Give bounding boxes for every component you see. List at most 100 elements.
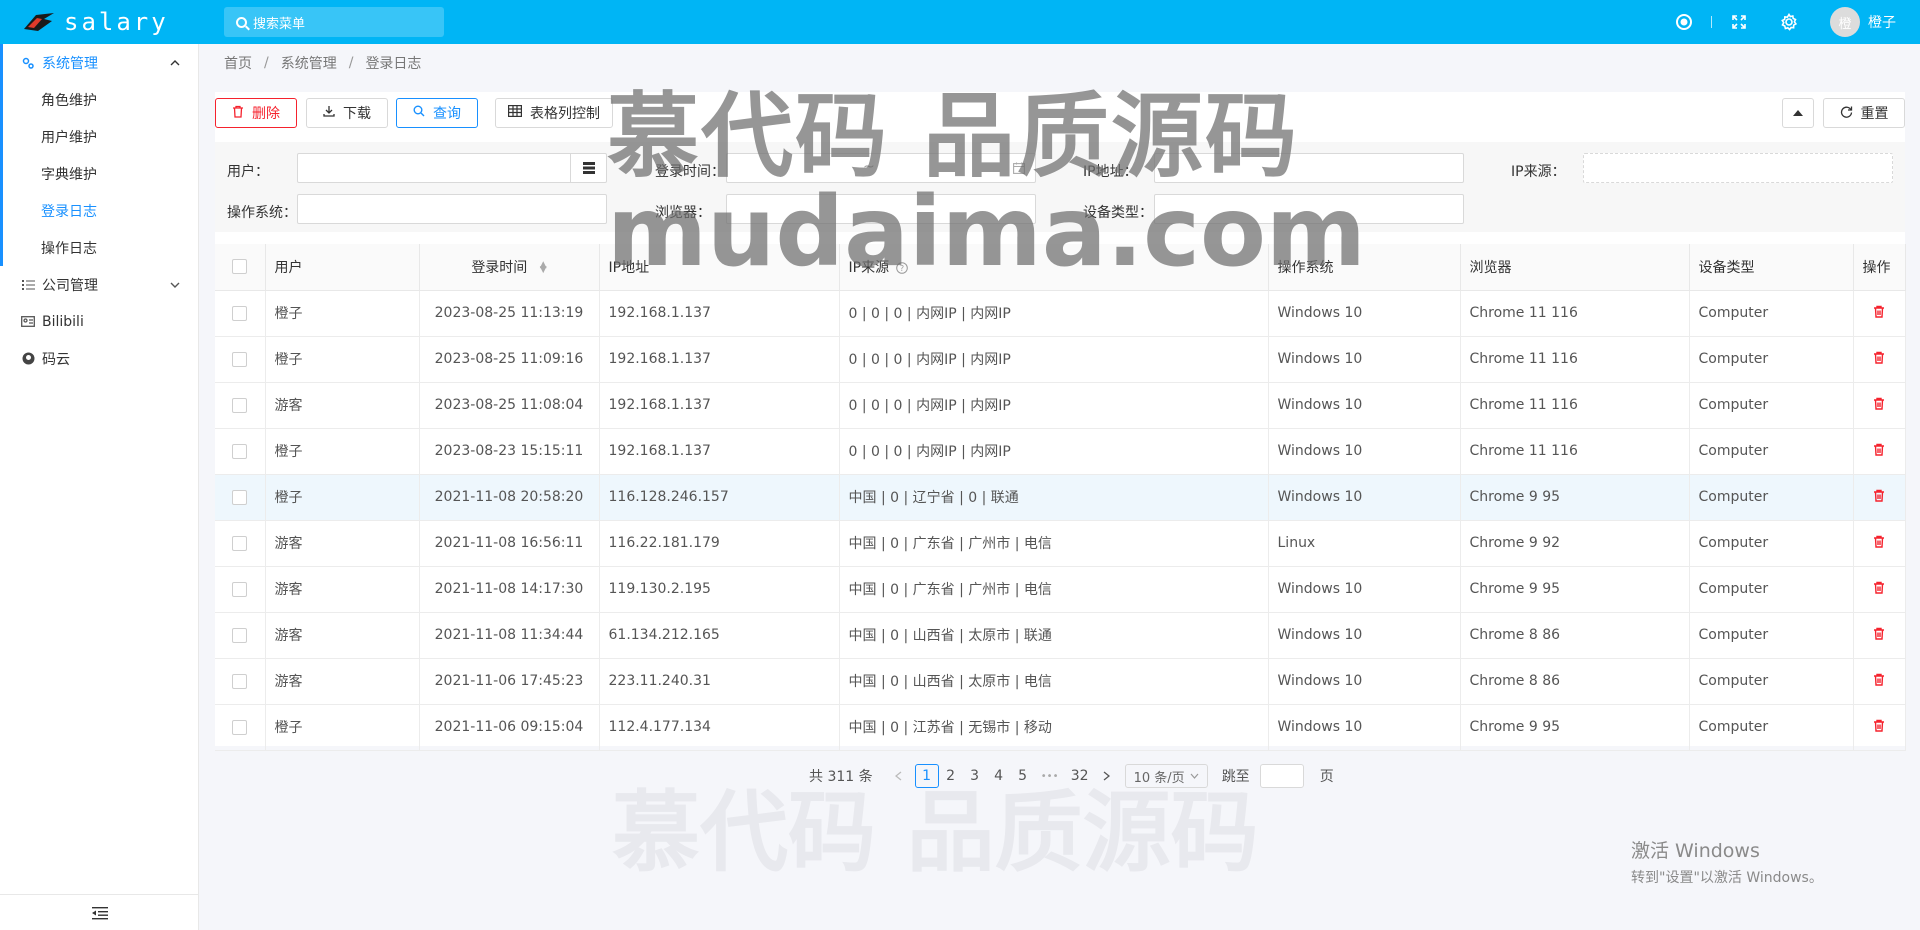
trash-icon[interactable]	[1873, 627, 1885, 640]
column-control-button[interactable]: 表格列控制	[495, 98, 613, 128]
trash-icon[interactable]	[1873, 397, 1885, 410]
sidebar-item-login-log[interactable]: 登录日志	[0, 192, 198, 229]
download-button[interactable]: 下载	[306, 98, 388, 128]
fullscreen-icon[interactable]	[1730, 13, 1748, 31]
row-select-cell	[215, 474, 266, 521]
sidebar-item-operation-log[interactable]: 操作日志	[0, 229, 198, 266]
breadcrumb: 首页 / 系统管理 / 登录日志	[224, 44, 421, 82]
id-card-icon	[20, 316, 36, 327]
trash-icon[interactable]	[1873, 673, 1885, 686]
trash-icon[interactable]	[1873, 489, 1885, 502]
cell-os: Windows 10	[1268, 704, 1461, 751]
reset-button[interactable]: 重置	[1823, 98, 1905, 128]
jump-page-input[interactable]	[1259, 764, 1304, 788]
cell-login-time: 2023-08-23 15:15:11	[419, 428, 600, 475]
user-filter-label: 用户：	[227, 164, 269, 180]
table-row[interactable]: 游客 2021-11-08 11:34:44 61.134.212.165 中国 | …	[215, 612, 1906, 659]
cell-os: Windows 10	[1268, 474, 1461, 521]
trash-icon[interactable]	[1873, 719, 1885, 732]
sidebar-item-gitee[interactable]: 码云	[0, 340, 198, 377]
row-checkbox[interactable]	[232, 581, 248, 597]
sidebar-item-roles[interactable]: 角色维护	[0, 81, 198, 118]
table-row[interactable]: 游客 2021-11-08 16:56:11 116.22.181.179 中国 | …	[215, 520, 1906, 567]
sidebar-item-bilibili[interactable]: Bilibili	[0, 303, 198, 340]
table-row[interactable]: 游客 2021-11-06 17:45:23 223.11.240.31 中国 | 0…	[215, 658, 1906, 705]
refresh-icon	[1840, 105, 1853, 122]
table-row[interactable]: 游客 2023-08-25 11:08:04 192.168.1.137 0 | 0 …	[215, 382, 1906, 429]
table-row[interactable]: 橙子 2023-08-25 11:13:19 192.168.1.137 0 | 0 …	[215, 290, 1906, 337]
sidebar-item-dictionary[interactable]: 字典维护	[0, 155, 198, 192]
trash-icon[interactable]	[1873, 535, 1885, 548]
sidebar-group-label: 公司管理	[42, 277, 98, 294]
row-action-cell	[1853, 336, 1906, 383]
cell-device: Computer	[1689, 290, 1854, 337]
list-icon	[20, 279, 36, 291]
delete-button[interactable]: 删除	[215, 98, 297, 128]
row-checkbox[interactable]	[232, 305, 248, 321]
user-filter-input[interactable]	[297, 153, 607, 183]
table-row[interactable]: 橙子 2021-11-06 09:15:04 112.4.177.134 中国 | 0…	[215, 704, 1906, 751]
row-checkbox[interactable]	[232, 397, 248, 413]
row-checkbox[interactable]	[232, 535, 248, 551]
col-header-user[interactable]: 用户	[265, 244, 420, 291]
trash-icon[interactable]	[1873, 305, 1885, 318]
cell-user: 游客	[265, 612, 420, 659]
cell-ip-source: 中国 | 0 | 广东省 | 广州市 | 电信	[839, 520, 1269, 567]
col-header-login-time[interactable]: 登录时间 ▲ ▼	[419, 244, 600, 291]
user-name[interactable]: 橙子	[1868, 12, 1896, 32]
cell-device: Computer	[1689, 566, 1854, 613]
cell-os: Windows 10	[1268, 612, 1461, 659]
table-row[interactable]: 橙子 2023-08-23 15:15:11 192.168.1.137 0 | 0 …	[215, 428, 1906, 475]
sidebar-group-company[interactable]: 公司管理	[0, 266, 198, 303]
row-checkbox[interactable]	[232, 719, 248, 735]
cell-os: Windows 10	[1268, 658, 1461, 705]
table-row[interactable]: 橙子 2021-11-08 20:58:20 116.128.246.157 中国 |…	[215, 474, 1906, 521]
trash-icon[interactable]	[1873, 581, 1885, 594]
user-picker-button[interactable]	[570, 154, 606, 182]
sidebar-group-label: 码云	[42, 351, 70, 368]
row-checkbox[interactable]	[232, 489, 248, 505]
menu-search-input[interactable]: 搜索菜单	[224, 7, 444, 37]
select-all-checkbox[interactable]	[232, 259, 248, 275]
cell-device: Computer	[1689, 382, 1854, 429]
row-checkbox[interactable]	[232, 351, 248, 367]
col-header-browser[interactable]: 浏览器	[1460, 244, 1690, 291]
sort-icon[interactable]: ▲ ▼	[540, 260, 547, 274]
sidebar-item-users[interactable]: 用户维护	[0, 118, 198, 155]
os-filter-input[interactable]	[297, 194, 607, 224]
col-header-action: 操作	[1853, 244, 1906, 291]
ip-source-filter-label: IP来源：	[1511, 164, 1566, 180]
row-select-cell	[215, 520, 266, 567]
trash-icon[interactable]	[1873, 351, 1885, 364]
row-checkbox[interactable]	[232, 673, 248, 689]
cell-device: Computer	[1689, 520, 1854, 567]
cell-user: 游客	[265, 382, 420, 429]
table-row[interactable]: 游客 2021-11-08 14:17:30 119.130.2.195 中国 | 0…	[215, 566, 1906, 613]
col-header-device[interactable]: 设备类型	[1689, 244, 1854, 291]
cell-os: Windows 10	[1268, 336, 1461, 383]
sidebar-collapse-button[interactable]	[0, 894, 199, 930]
cell-ip-source: 0 | 0 | 0 | 内网IP | 内网IP	[839, 382, 1269, 429]
query-button[interactable]: 查询	[396, 98, 478, 128]
cell-ip-source: 0 | 0 | 0 | 内网IP | 内网IP	[839, 336, 1269, 383]
sidebar-group-system[interactable]: 系统管理	[0, 44, 198, 81]
table-list-icon	[582, 162, 595, 174]
cell-device: Computer	[1689, 336, 1854, 383]
table-row[interactable]: 橙子 2023-08-25 11:09:16 192.168.1.137 0 | 0 …	[215, 336, 1906, 383]
breadcrumb-system[interactable]: 系统管理	[281, 53, 337, 73]
app-logo[interactable]: salary	[0, 0, 199, 44]
cell-ip: 61.134.212.165	[599, 612, 840, 659]
row-checkbox[interactable]	[232, 443, 248, 459]
row-checkbox[interactable]	[232, 627, 248, 643]
ip-source-filter-input[interactable]	[1583, 153, 1893, 183]
breadcrumb-home[interactable]: 首页	[224, 53, 252, 73]
gear-icon[interactable]	[1780, 13, 1798, 31]
collapse-filter-button[interactable]	[1782, 98, 1814, 128]
caret-up-icon	[1793, 110, 1803, 116]
avatar[interactable]: 橙	[1830, 7, 1860, 37]
trash-icon[interactable]	[1873, 443, 1885, 456]
github-circle-icon[interactable]	[1675, 13, 1693, 31]
cell-user: 游客	[265, 566, 420, 613]
cell-browser: Chrome 9 95	[1460, 474, 1690, 521]
table-icon	[508, 105, 523, 121]
